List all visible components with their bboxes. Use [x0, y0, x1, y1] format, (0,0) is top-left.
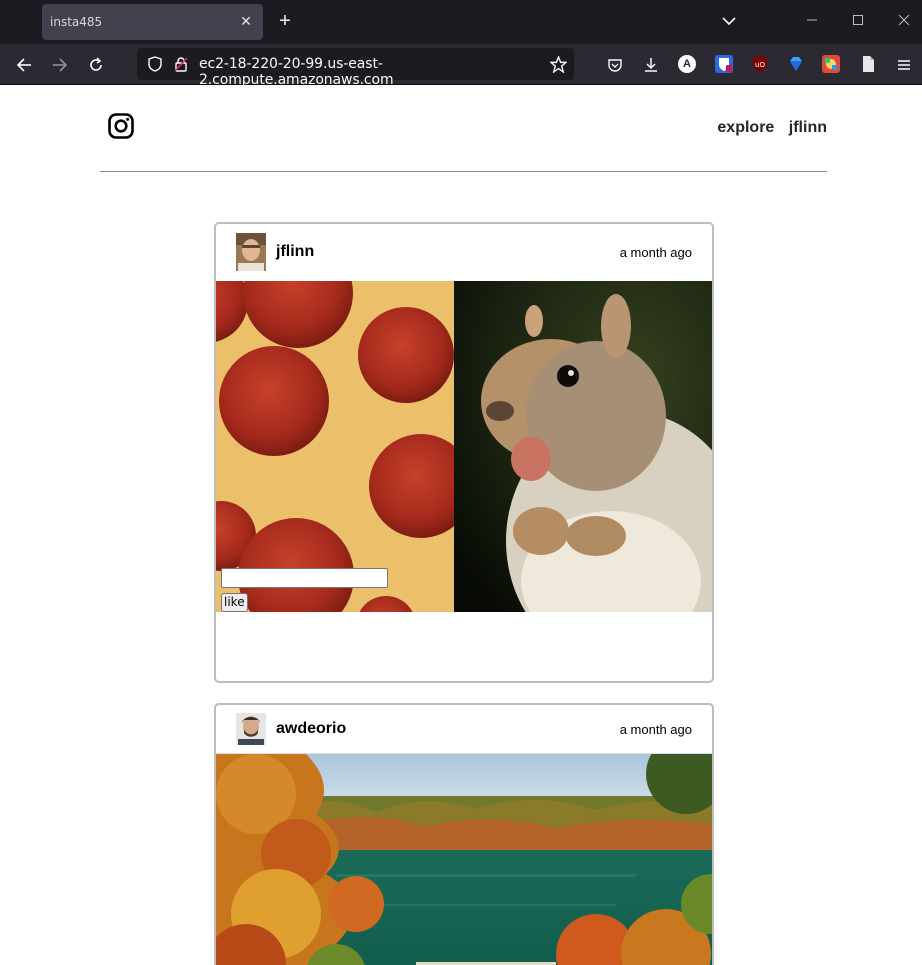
ublock-extension-icon[interactable]: uO	[751, 55, 769, 73]
avatar[interactable]	[236, 713, 266, 745]
post-timestamp-link[interactable]: a month ago	[620, 245, 692, 260]
account-extension-letter: A	[683, 58, 691, 70]
new-tab-icon[interactable]: +	[275, 11, 295, 31]
explore-link[interactable]: explore	[717, 119, 774, 136]
post-timestamp-link[interactable]: a month ago	[620, 722, 692, 737]
post-owner-link[interactable]: jflinn	[276, 243, 314, 261]
tab-title: insta485	[50, 15, 103, 29]
address-bar[interactable]: ec2-18-220-20-99.us-east-2.compute.amazo…	[137, 48, 574, 88]
comment-input[interactable]	[221, 568, 388, 588]
gem-extension-icon[interactable]	[787, 55, 805, 73]
minimize-icon[interactable]	[802, 12, 822, 32]
post-image	[216, 753, 712, 965]
svg-text:uO: uO	[755, 61, 765, 69]
document-extension-icon[interactable]	[859, 55, 877, 73]
close-tab-icon[interactable]: ✕	[237, 12, 255, 30]
site-nav: explore jflinn	[707, 119, 827, 137]
tracking-shield-icon[interactable]	[143, 52, 167, 76]
close-window-icon[interactable]	[894, 12, 914, 32]
user-profile-link[interactable]: jflinn	[789, 119, 827, 136]
maximize-icon[interactable]	[848, 12, 868, 32]
post-owner-link[interactable]: awdeorio	[276, 720, 346, 738]
page-content: explore jflinn jflinn a month ago like a…	[0, 85, 922, 965]
post-header: jflinn a month ago	[216, 224, 712, 281]
url-text: ec2-18-220-20-99.us-east-2.compute.amazo…	[199, 56, 394, 88]
forward-icon[interactable]	[48, 53, 72, 77]
post-header: awdeorio a month ago	[216, 705, 712, 753]
back-icon[interactable]	[12, 53, 36, 77]
browser-toolbar: ec2-18-220-20-99.us-east-2.compute.amazo…	[0, 44, 922, 88]
bitwarden-extension-icon[interactable]	[715, 55, 733, 73]
browser-tab[interactable]: insta485 ✕	[42, 4, 263, 40]
reload-icon[interactable]	[84, 53, 108, 77]
insecure-lock-icon[interactable]	[169, 52, 193, 76]
post-card: jflinn a month ago like	[214, 222, 714, 683]
colorful-extension-icon[interactable]	[822, 55, 840, 73]
instagram-logo-icon[interactable]	[108, 113, 134, 139]
menu-icon[interactable]	[892, 53, 916, 77]
site-header: explore jflinn	[100, 85, 827, 172]
browser-tab-bar: insta485 ✕ +	[0, 0, 922, 44]
account-extension-icon[interactable]: A	[678, 55, 696, 73]
bookmark-star-icon[interactable]	[546, 52, 570, 76]
avatar[interactable]	[236, 233, 266, 271]
download-icon[interactable]	[639, 53, 663, 77]
like-button[interactable]: like	[221, 593, 248, 612]
post-card: awdeorio a month ago	[214, 703, 714, 965]
pocket-icon[interactable]	[603, 53, 627, 77]
list-all-tabs-icon[interactable]	[719, 12, 739, 32]
post-image	[216, 281, 712, 612]
